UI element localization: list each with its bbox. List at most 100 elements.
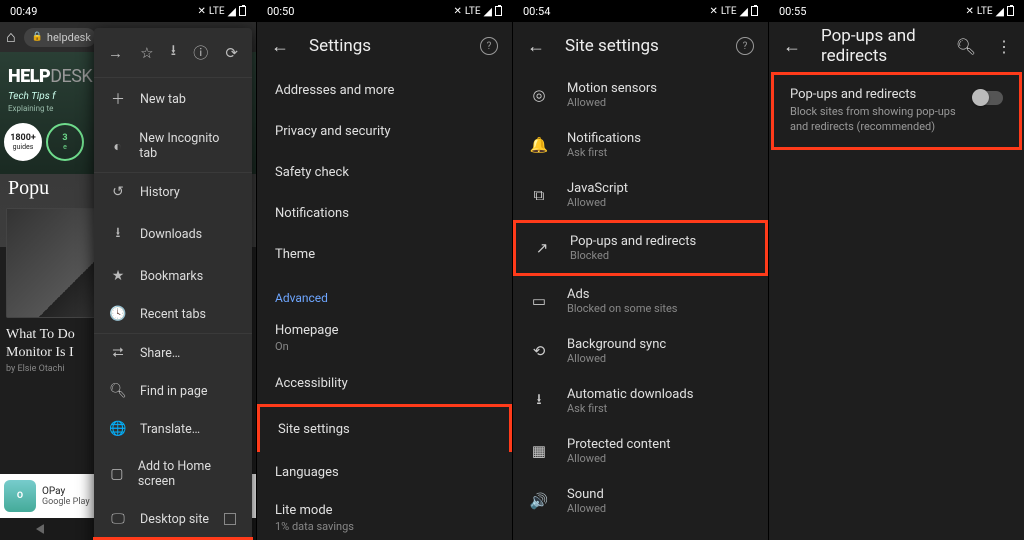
shield-icon: ▦ bbox=[529, 442, 549, 460]
status-bar: 00:54 ✕LTE◢ bbox=[513, 0, 768, 22]
forward-icon[interactable]: → bbox=[108, 44, 123, 62]
toggle-subtitle: Block sites from showing pop-ups and red… bbox=[790, 105, 961, 135]
badge-2: 3e bbox=[46, 123, 84, 161]
row-languages[interactable]: Languages bbox=[257, 452, 512, 493]
lock-icon: 🔒 bbox=[32, 32, 43, 42]
site-settings-list: ◎Motion sensorsAllowed🔔NotificationsAsk … bbox=[513, 70, 768, 540]
recent-icon: 🕓 bbox=[110, 306, 126, 322]
status-bar: 00:50 ✕LTE◢ bbox=[257, 0, 512, 22]
menu-desktop-site[interactable]: 🖵Desktop site bbox=[94, 500, 252, 538]
back-icon[interactable]: ← bbox=[271, 36, 289, 57]
row-accessibility[interactable]: Accessibility bbox=[257, 363, 512, 404]
row-safety[interactable]: Safety check bbox=[257, 152, 512, 193]
js-icon: ⧉ bbox=[529, 186, 549, 204]
popups-toggle[interactable] bbox=[973, 91, 1003, 105]
clock: 00:50 bbox=[267, 5, 294, 18]
bell-icon: 🔔 bbox=[529, 136, 549, 154]
menu-bookmarks[interactable]: ★Bookmarks bbox=[94, 257, 252, 295]
page-title: Settings bbox=[309, 36, 460, 56]
site-settings-header: ← Site settings ? bbox=[513, 22, 768, 70]
url-bar[interactable]: 🔒helpdesk bbox=[24, 28, 96, 47]
pane-popups-redirects: 00:55 ✕LTE◢ ← Pop-ups and redirects 🔍︎ ⋮… bbox=[768, 0, 1024, 540]
translate-icon: 🌐 bbox=[110, 421, 126, 437]
row-background-sync[interactable]: ⟲Background syncAllowed bbox=[513, 326, 768, 376]
row-lite-mode[interactable]: Lite mode1% data savings bbox=[257, 493, 512, 540]
settings-list: Addresses and more Privacy and security … bbox=[257, 70, 512, 540]
signal-icon: ◢ bbox=[228, 5, 236, 18]
popups-toggle-row[interactable]: Pop-ups and redirects Block sites from s… bbox=[771, 72, 1022, 150]
sound-icon: 🔊 bbox=[529, 492, 549, 510]
row-addresses[interactable]: Addresses and more bbox=[257, 70, 512, 111]
clock: 00:55 bbox=[779, 5, 806, 18]
ads-icon: ▭ bbox=[529, 292, 549, 310]
clock: 00:54 bbox=[523, 5, 550, 18]
help-icon[interactable]: ? bbox=[736, 37, 754, 55]
row-homepage[interactable]: HomepageOn bbox=[257, 313, 512, 363]
nav-back[interactable] bbox=[36, 524, 44, 534]
popups-header: ← Pop-ups and redirects 🔍︎ ⋮ bbox=[769, 22, 1024, 70]
battery-icon bbox=[239, 6, 246, 16]
home-icon[interactable]: ⌂ bbox=[6, 27, 16, 47]
pane-settings: 00:50 ✕LTE◢ ← Settings ? Addresses and m… bbox=[256, 0, 512, 540]
back-icon[interactable]: ← bbox=[527, 36, 545, 57]
section-advanced: Advanced bbox=[257, 275, 512, 313]
dl-icon: ⭳ bbox=[529, 389, 549, 414]
share-icon: ⮂ bbox=[110, 345, 126, 361]
row-privacy[interactable]: Privacy and security bbox=[257, 111, 512, 152]
guides-badge: 1800+guides bbox=[4, 123, 42, 161]
bookmark-icon: ★ bbox=[110, 268, 126, 284]
pane-site-settings: 00:54 ✕LTE◢ ← Site settings ? ◎Motion se… bbox=[512, 0, 768, 540]
status-bar: 00:55 ✕LTE◢ bbox=[769, 0, 1024, 22]
settings-header: ← Settings ? bbox=[257, 22, 512, 70]
row-protected-content[interactable]: ▦Protected contentAllowed bbox=[513, 426, 768, 476]
vibrate-icon: ✕ bbox=[197, 6, 205, 17]
menu-translate[interactable]: 🌐Translate… bbox=[94, 410, 252, 448]
chrome-menu: → ☆ ⭳ ⓘ ⟳ ＋New tab ◐New Incognito tab ↺H… bbox=[94, 28, 252, 540]
menu-find[interactable]: 🔍︎Find in page bbox=[94, 372, 252, 410]
menu-incognito[interactable]: ◐New Incognito tab bbox=[94, 120, 252, 172]
download-icon: ⭳ bbox=[110, 222, 126, 246]
row-theme[interactable]: Theme bbox=[257, 234, 512, 275]
page-title: Pop-ups and redirects bbox=[821, 26, 936, 66]
back-icon[interactable]: ← bbox=[783, 36, 801, 57]
row-data-stored[interactable]: ≡Data stored bbox=[513, 526, 768, 540]
row-notifications[interactable]: Notifications bbox=[257, 193, 512, 234]
menu-toolbar: → ☆ ⭳ ⓘ ⟳ bbox=[94, 28, 252, 78]
menu-recent-tabs[interactable]: 🕓Recent tabs bbox=[94, 295, 252, 333]
menu-new-tab[interactable]: ＋New tab bbox=[94, 78, 252, 120]
popup-icon: ↗ bbox=[532, 239, 552, 257]
row-automatic-downloads[interactable]: ⭳Automatic downloadsAsk first bbox=[513, 376, 768, 426]
motion-icon: ◎ bbox=[529, 86, 549, 104]
row-javascript[interactable]: ⧉JavaScriptAllowed bbox=[513, 170, 768, 220]
desktop-checkbox[interactable] bbox=[224, 513, 236, 525]
row-notifications[interactable]: 🔔NotificationsAsk first bbox=[513, 120, 768, 170]
pane-chrome-menu: 00:49 ✕ LTE ◢ ⌂ 🔒helpdesk HELPDESK Tech … bbox=[0, 0, 256, 540]
search-icon[interactable]: 🔍︎ bbox=[956, 37, 976, 56]
download-icon[interactable]: ⭳ bbox=[171, 40, 176, 65]
search-icon: 🔍︎ bbox=[110, 383, 126, 399]
page-title: Site settings bbox=[565, 36, 716, 56]
star-icon[interactable]: ☆ bbox=[140, 44, 153, 62]
toggle-title: Pop-ups and redirects bbox=[790, 87, 961, 102]
row-sound[interactable]: 🔊SoundAllowed bbox=[513, 476, 768, 526]
row-pop-ups-and-redirects[interactable]: ↗Pop-ups and redirectsBlocked bbox=[513, 220, 768, 276]
lte-icon: LTE bbox=[209, 6, 225, 17]
help-icon[interactable]: ? bbox=[480, 37, 498, 55]
ad-app-icon: O bbox=[4, 480, 36, 512]
reload-icon[interactable]: ⟳ bbox=[225, 44, 238, 62]
sync-icon: ⟲ bbox=[529, 342, 549, 360]
history-icon: ↺ bbox=[110, 184, 126, 200]
row-motion-sensors[interactable]: ◎Motion sensorsAllowed bbox=[513, 70, 768, 120]
menu-add-home[interactable]: ▢Add to Home screen bbox=[94, 448, 252, 500]
phone-icon: ▢ bbox=[110, 466, 124, 482]
row-ads[interactable]: ▭AdsBlocked on some sites bbox=[513, 276, 768, 326]
menu-share[interactable]: ⮂Share… bbox=[94, 333, 252, 372]
info-icon[interactable]: ⓘ bbox=[193, 42, 208, 63]
menu-history[interactable]: ↺History bbox=[94, 172, 252, 211]
overflow-icon[interactable]: ⋮ bbox=[996, 37, 1010, 56]
plus-icon: ＋ bbox=[110, 89, 126, 109]
incognito-icon: ◐ bbox=[110, 138, 125, 155]
status-icons: ✕ LTE ◢ bbox=[197, 5, 246, 18]
row-site-settings[interactable]: Site settings bbox=[257, 404, 512, 452]
menu-downloads[interactable]: ⭳Downloads bbox=[94, 211, 252, 257]
